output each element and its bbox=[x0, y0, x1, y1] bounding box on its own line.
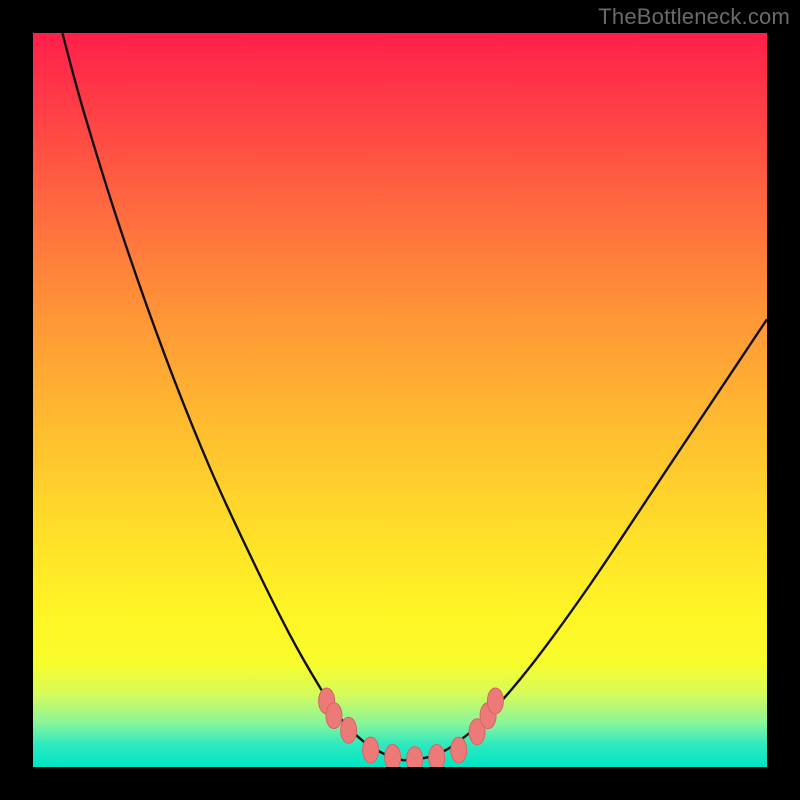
watermark-text: TheBottleneck.com bbox=[598, 4, 790, 30]
curve-markers bbox=[319, 688, 504, 767]
plot-area bbox=[33, 33, 767, 767]
bottleneck-curve bbox=[62, 33, 767, 760]
curve-marker bbox=[326, 703, 342, 729]
curve-marker bbox=[429, 744, 445, 767]
curve-marker bbox=[341, 717, 357, 743]
curve-marker bbox=[363, 737, 379, 763]
curve-marker bbox=[487, 688, 503, 714]
chart-svg bbox=[33, 33, 767, 767]
chart-frame: TheBottleneck.com bbox=[0, 0, 800, 800]
curve-marker bbox=[407, 747, 423, 767]
curve-marker bbox=[385, 744, 401, 767]
curve-marker bbox=[451, 737, 467, 763]
